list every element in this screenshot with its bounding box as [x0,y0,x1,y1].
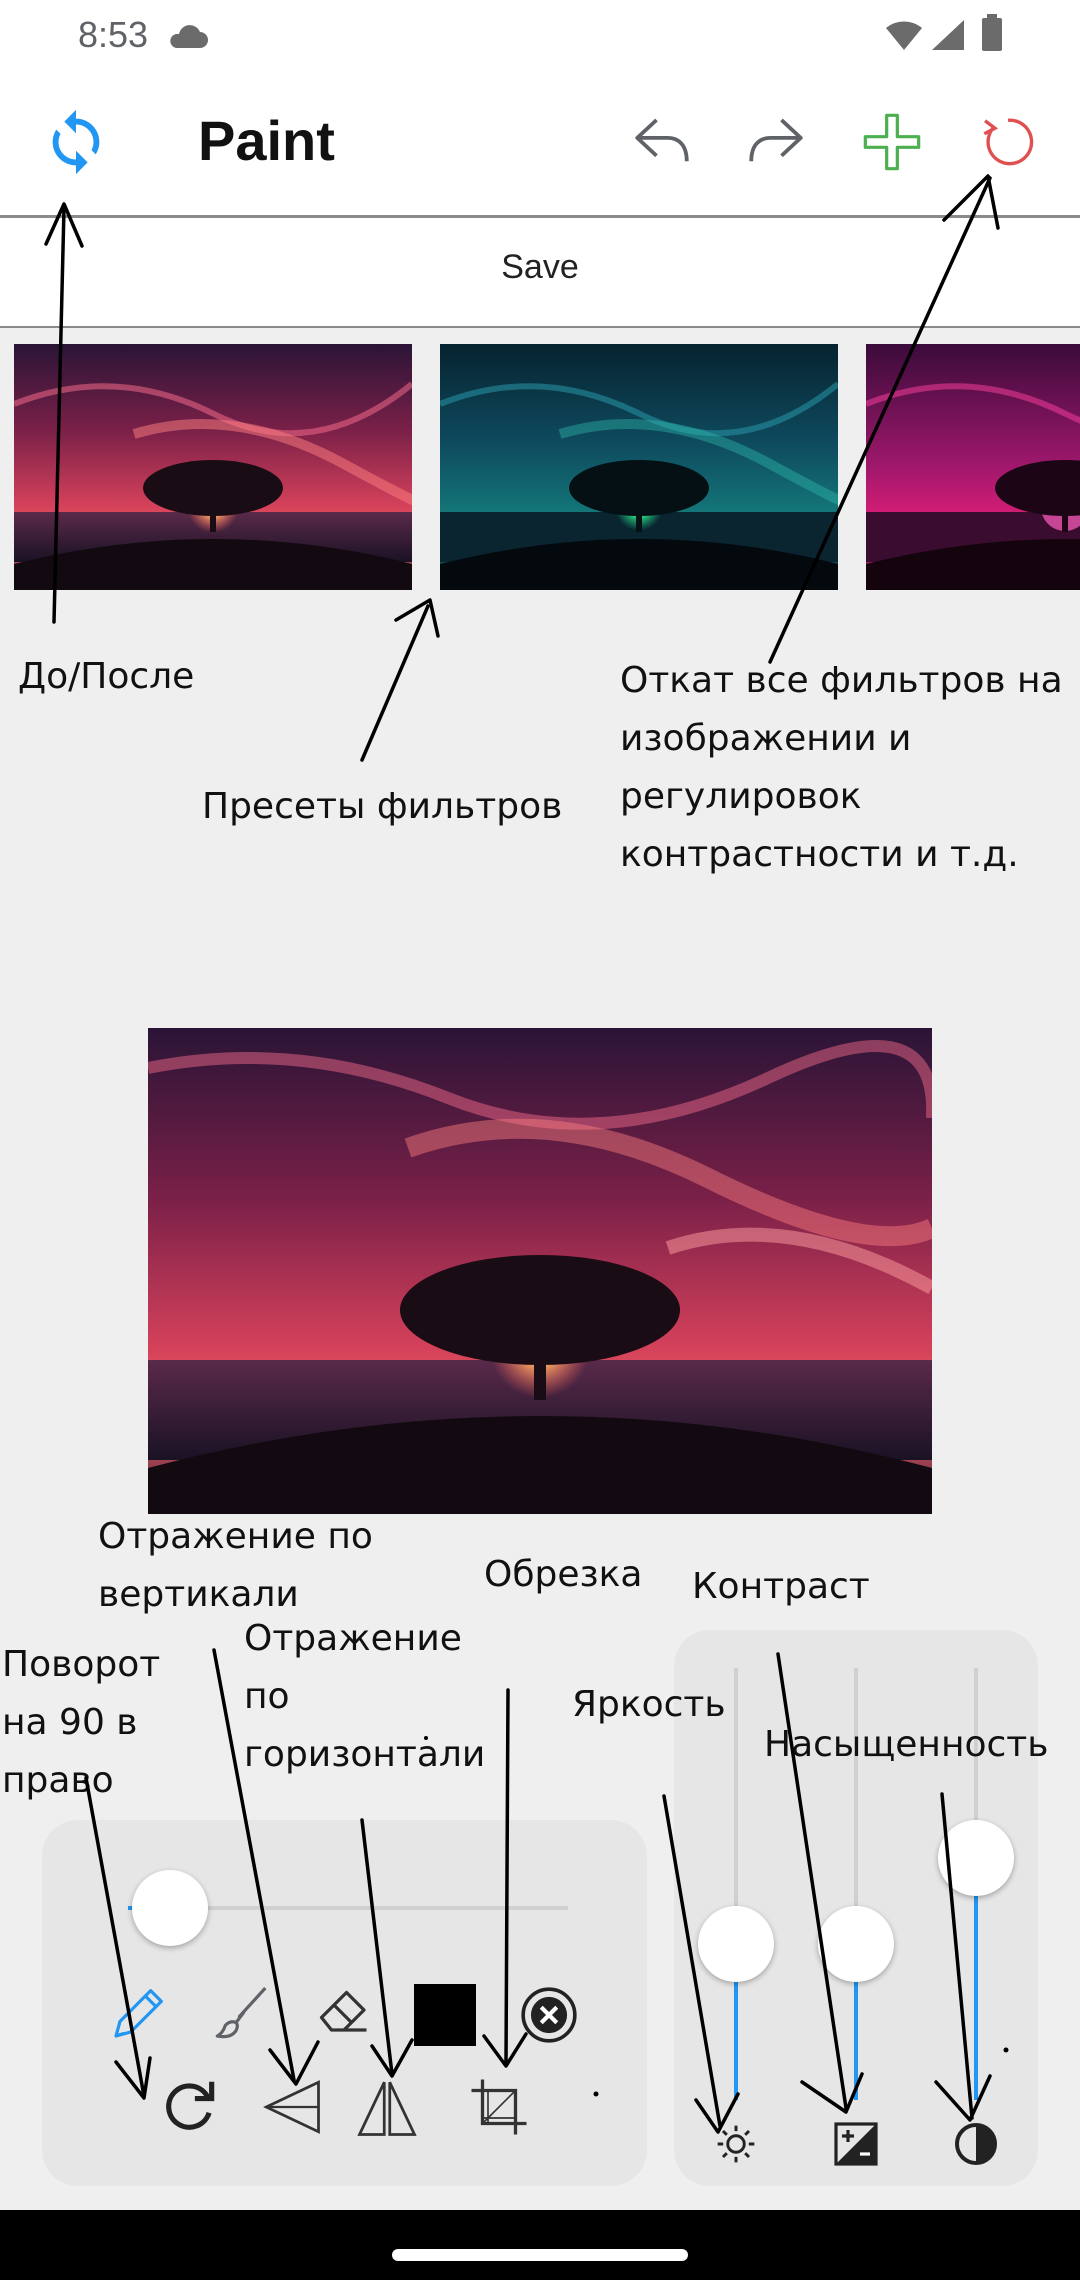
preset-thumbnail-magenta[interactable] [866,344,1080,590]
arrow-presets [360,604,430,762]
preset-image [440,344,838,590]
adjustment-panel [674,1630,1038,2186]
clear-icon[interactable] [518,1984,580,2046]
reset-icon [983,118,1034,166]
home-indicator[interactable] [392,2249,688,2261]
brush-icon[interactable] [212,1980,276,2044]
label-reset-line: изображении и [620,718,912,759]
brush-size-slider[interactable] [132,1870,208,1946]
crop-icon[interactable] [466,2074,532,2140]
label-flip-horizontal-line: горизонтали [244,1734,486,1775]
status-bar: 8:53 [0,0,1080,80]
label-saturation: Насыщенность [764,1724,1049,1765]
reset-button[interactable] [958,92,1058,192]
undo-icon [635,118,689,162]
label-flip-vertical-line: Отражение по [98,1516,373,1557]
save-bar: Save [0,218,1080,328]
saturation-slider[interactable] [818,1906,894,1983]
label-flip-horizontal-line: Отражение [244,1618,462,1659]
label-contrast: Контраст [692,1566,870,1607]
preset-thumbnail-original[interactable] [14,344,412,590]
main-canvas-image[interactable] [148,1028,932,1514]
color-swatch-fill [414,1984,476,2046]
app-bar: Paint [0,80,1080,218]
brightness-icon [717,2125,755,2163]
preset-image [14,344,412,590]
status-time: 8:53 [78,14,149,55]
canvas-picture [148,1028,932,1514]
label-reset-line: контрастности и т.д. [620,834,1019,875]
preset-thumbnail-teal[interactable] [440,344,838,590]
contrast-icon [955,2123,997,2165]
cloud-icon [170,25,208,48]
color-swatch[interactable] [414,1984,476,2046]
signal-icon [932,20,964,50]
label-flip-vertical: Отражение по вертикали [98,1508,373,1624]
sync-icon [52,109,100,175]
label-crop: Обрезка [484,1554,643,1595]
label-before-after: До/После [18,656,195,697]
rotate-icon[interactable] [160,2074,222,2136]
brightness-slider[interactable] [698,1906,774,1983]
label-rotate-line: Поворот [2,1644,161,1685]
label-rotate-line: право [2,1760,114,1801]
label-flip-horizontal-line: по [244,1676,290,1717]
label-presets: Пресеты фильтров [202,786,563,827]
label-rotate: Поворот на 90 в право [2,1636,160,1810]
undo-button[interactable] [612,92,712,192]
label-reset: Откат все фильтров на изображении и регу… [620,652,1063,884]
navigation-bar [0,2210,1080,2280]
save-button[interactable]: Save [0,248,1080,287]
preset-image [866,344,1080,590]
eraser-icon[interactable] [314,1980,374,2040]
label-flip-horizontal: Отражение по горизонтали [244,1610,485,1784]
redo-icon [749,118,803,162]
flip-horizontal-icon[interactable] [354,2074,420,2140]
pencil-icon[interactable] [108,1980,172,2044]
wifi-icon [886,21,922,50]
contrast-slider[interactable] [938,1820,1014,1897]
add-button[interactable] [842,92,942,192]
before-after-button[interactable] [26,92,126,192]
saturation-icon [834,2122,878,2166]
flip-vertical-icon[interactable] [258,2074,324,2140]
label-rotate-line: на 90 в [2,1702,138,1743]
label-brightness: Яркость [572,1684,726,1725]
battery-icon [982,14,1002,51]
label-reset-line: регулировок [620,776,862,817]
tool-panel [42,1820,647,2186]
redo-button[interactable] [726,92,826,192]
app-title: Paint [198,109,335,172]
label-reset-line: Откат все фильтров на [620,660,1063,701]
add-icon [863,113,921,171]
